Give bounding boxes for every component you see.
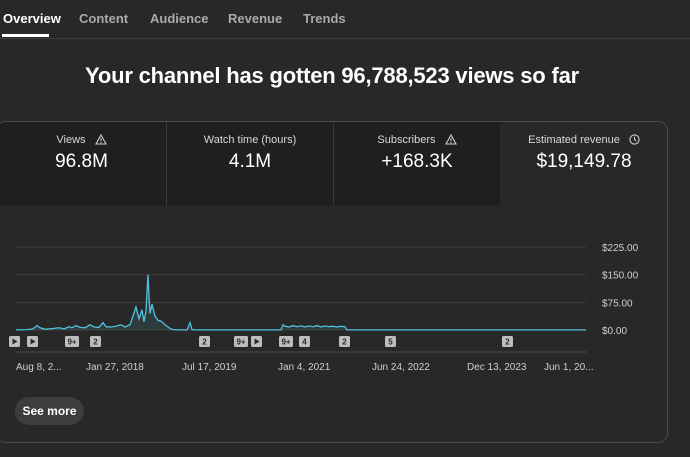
x-tick-label: Dec 13, 2023	[467, 362, 527, 373]
tab-content[interactable]: Content	[79, 11, 128, 26]
tab-revenue[interactable]: Revenue	[228, 11, 282, 26]
y-tick-label: $0.00	[602, 326, 627, 337]
svg-text:9+: 9+	[236, 338, 245, 347]
x-tick-label: Jun 24, 2022	[372, 362, 430, 373]
see-more-button[interactable]: See more	[15, 397, 84, 425]
svg-text:4: 4	[302, 338, 307, 347]
x-tick-label: Jan 4, 2021	[278, 362, 331, 373]
overview-card: Views 96.8M Watch time (hours) 4.1M Subs…	[0, 121, 668, 443]
event-marker[interactable]: 2	[199, 336, 210, 347]
tab-trends[interactable]: Trends	[303, 11, 346, 26]
event-marker[interactable]: 2	[90, 336, 101, 347]
page-headline: Your channel has gotten 96,788,523 views…	[85, 63, 579, 88]
svg-text:2: 2	[342, 338, 347, 347]
event-marker[interactable]: 2	[502, 336, 513, 347]
svg-text:9+: 9+	[67, 338, 76, 347]
x-tick-label: Jan 27, 2018	[86, 362, 144, 373]
svg-text:2: 2	[505, 338, 510, 347]
svg-text:2: 2	[93, 338, 98, 347]
svg-text:9+: 9+	[281, 338, 290, 347]
revenue-chart[interactable]: $225.00 $150.00 $75.00 $0.00 9+ 2 2 9+ 9+ 4 2 5 2 A…	[0, 122, 667, 442]
play-marker-icon[interactable]	[9, 336, 20, 347]
y-tick-label: $225.00	[602, 243, 639, 254]
x-tick-label: Jul 17, 2019	[182, 362, 237, 373]
active-tab-indicator	[2, 34, 49, 37]
svg-text:5: 5	[388, 338, 393, 347]
x-tick-label: Jun 1, 20...	[544, 362, 593, 373]
event-marker[interactable]: 4	[299, 336, 310, 347]
y-tick-label: $75.00	[602, 298, 633, 309]
svg-text:2: 2	[202, 338, 207, 347]
event-marker[interactable]: 2	[339, 336, 350, 347]
play-marker-icon[interactable]	[251, 336, 262, 347]
x-tick-label: Aug 8, 2...	[16, 362, 62, 373]
chart-grid	[16, 246, 586, 331]
chart-event-markers: 9+ 2 2 9+ 9+ 4 2 5 2	[9, 336, 513, 347]
y-tick-label: $150.00	[602, 271, 639, 282]
tab-bar: Overview Content Audience Revenue Trends	[0, 0, 690, 39]
tab-overview[interactable]: Overview	[3, 11, 61, 26]
event-marker[interactable]: 9+	[65, 336, 79, 347]
event-marker[interactable]: 5	[385, 336, 396, 347]
play-marker-icon[interactable]	[27, 336, 38, 347]
tab-audience[interactable]: Audience	[150, 11, 209, 26]
x-axis-labels: Aug 8, 2... Jan 27, 2018 Jul 17, 2019 Jan 4…	[16, 362, 593, 373]
event-marker[interactable]: 9+	[234, 336, 248, 347]
y-axis-labels: $225.00 $150.00 $75.00 $0.00	[602, 243, 639, 337]
event-marker[interactable]: 9+	[279, 336, 293, 347]
